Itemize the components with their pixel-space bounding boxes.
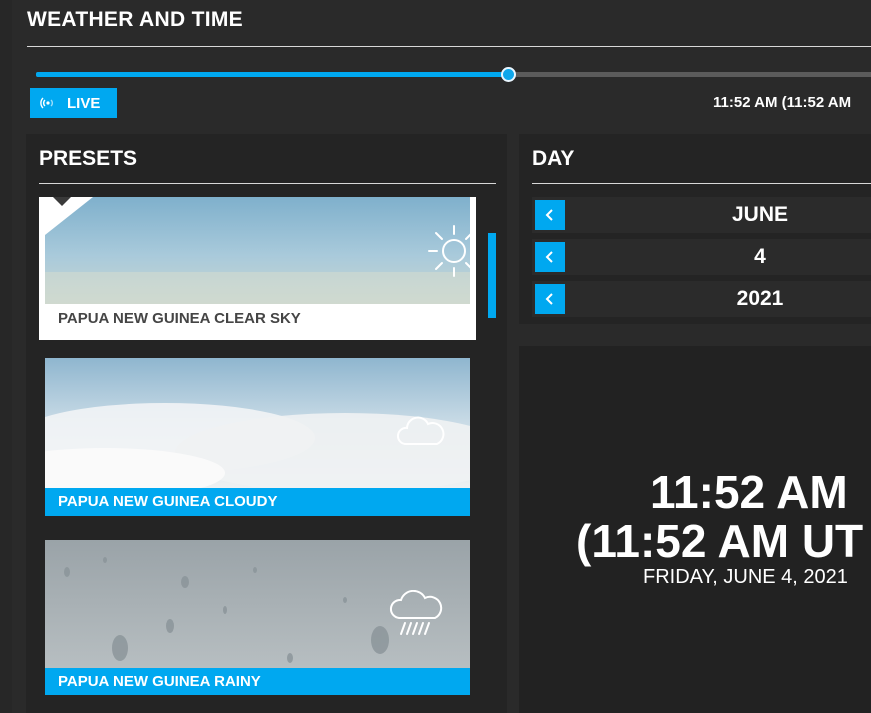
preset-label: PAPUA NEW GUINEA RAINY (45, 668, 470, 695)
presets-title: PRESETS (39, 147, 138, 170)
day-selector: 4 (532, 239, 871, 275)
clock-utc-time: (11:52 AM UT (576, 515, 864, 567)
month-selector: JUNE (532, 197, 871, 233)
selected-corner-notch (53, 197, 71, 206)
chevron-left-icon (545, 209, 553, 221)
presets-scrollbar[interactable] (488, 233, 496, 318)
preset-card-rainy[interactable]: PAPUA NEW GUINEA RAINY (45, 540, 470, 695)
preset-label: PAPUA NEW GUINEA CLOUDY (45, 488, 470, 516)
header-divider (27, 46, 871, 47)
rain-cloud-icon (390, 590, 443, 635)
live-label: LIVE (67, 94, 101, 112)
day-prev-button[interactable] (535, 242, 565, 272)
current-time-readout: 11:52 AM (11:52 AM (713, 94, 852, 111)
preset-card-cloudy[interactable]: PAPUA NEW GUINEA CLOUDY (45, 358, 470, 516)
broadcast-icon (40, 97, 53, 109)
live-button[interactable]: LIVE (30, 88, 117, 118)
cloud-icon (396, 416, 445, 445)
year-selector: 2021 (532, 281, 871, 317)
preset-card-clear-sky[interactable]: PAPUA NEW GUINEA CLEAR SKY (39, 197, 476, 340)
year-value: 2021 (736, 287, 784, 310)
chevron-left-icon (545, 251, 553, 263)
month-value: JUNE (731, 203, 789, 226)
clock-date: FRIDAY, JUNE 4, 2021 (643, 566, 848, 588)
day-value: 4 (754, 245, 766, 268)
page-title: WEATHER AND TIME (27, 8, 243, 31)
year-prev-button[interactable] (535, 284, 565, 314)
weather-time-screen: WEATHER AND TIME LIVE 11:52 AM (11:52 AM… (0, 0, 871, 713)
time-slider-thumb[interactable] (500, 67, 516, 82)
clear-sky-image (45, 197, 470, 304)
presets-divider (39, 183, 496, 184)
day-title: DAY (532, 147, 575, 170)
preset-label: PAPUA NEW GUINEA CLEAR SKY (45, 304, 470, 340)
chevron-left-icon (545, 293, 553, 305)
clock-time: 11:52 AM (650, 466, 848, 518)
time-slider-fill (36, 72, 508, 77)
month-prev-button[interactable] (535, 200, 565, 230)
time-slider[interactable] (36, 67, 871, 82)
sun-icon (428, 225, 476, 277)
day-divider (532, 183, 871, 184)
